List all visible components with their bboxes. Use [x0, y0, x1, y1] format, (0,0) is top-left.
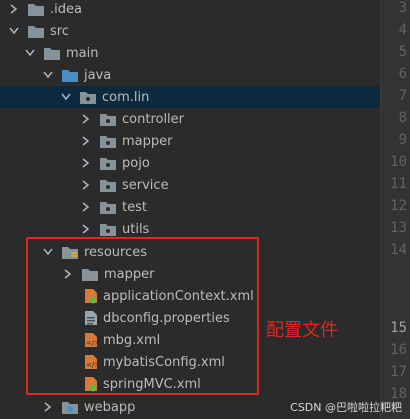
line-number: 12	[390, 198, 407, 214]
line-number: 9	[398, 132, 407, 148]
chevron-right-icon[interactable]	[42, 401, 54, 413]
chevron-right-icon[interactable]	[80, 157, 92, 169]
tree-item-label: service	[122, 177, 169, 193]
watermark: CSDN @巴啦啦拉粑粑	[290, 401, 402, 414]
folder-icon	[28, 25, 44, 38]
tree-item-test[interactable]: test	[0, 196, 380, 218]
folder-icon	[28, 3, 44, 16]
tree-item-mapper[interactable]: mapper	[0, 130, 380, 152]
tree-item-label: pojo	[122, 155, 150, 171]
tree-item-label: .idea	[50, 1, 82, 17]
chevron-right-icon[interactable]	[80, 113, 92, 125]
tree-item-label: test	[122, 199, 147, 215]
source-folder-icon	[62, 69, 78, 82]
line-number: 11	[390, 176, 407, 192]
package-icon	[100, 113, 116, 126]
package-icon	[100, 223, 116, 236]
tree-item-java[interactable]: java	[0, 64, 380, 86]
tree-item-controller[interactable]: controller	[0, 108, 380, 130]
chevron-right-icon[interactable]	[80, 201, 92, 213]
tree-item-main[interactable]: main	[0, 42, 380, 64]
line-number: 6	[398, 66, 407, 82]
line-number: 10	[390, 154, 407, 170]
line-number: 8	[398, 110, 407, 126]
tree-item-pojo[interactable]: pojo	[0, 152, 380, 174]
chevron-right-icon[interactable]	[80, 179, 92, 191]
tree-item-idea[interactable]: .idea	[0, 0, 380, 20]
tree-item-label: src	[50, 23, 69, 39]
tree-item-label: utils	[122, 221, 150, 237]
tree-item-label: java	[84, 67, 112, 83]
tree-item-label: mapper	[122, 133, 173, 149]
line-number: 5	[398, 44, 407, 60]
chevron-right-icon[interactable]	[8, 3, 20, 15]
line-number: 4	[398, 22, 407, 38]
line-number: 13	[390, 220, 407, 236]
folder-icon	[44, 47, 60, 60]
tree-item-label: main	[66, 45, 99, 61]
tree-item-label: webapp	[84, 399, 136, 415]
annotation-label: 配置文件	[266, 320, 338, 341]
package-icon	[100, 157, 116, 170]
current-line-number: 15	[390, 320, 407, 336]
chevron-right-icon[interactable]	[80, 135, 92, 147]
tree-item-src[interactable]: src	[0, 20, 380, 42]
project-tree: .idea src main java com.lin controller m…	[0, 0, 380, 419]
package-icon	[80, 91, 96, 104]
tree-item-service[interactable]: service	[0, 174, 380, 196]
line-number: 14	[390, 242, 407, 258]
chevron-down-icon[interactable]	[42, 69, 54, 81]
chevron-down-icon[interactable]	[8, 25, 20, 37]
package-icon	[100, 135, 116, 148]
tree-item-label: controller	[122, 111, 185, 127]
chevron-down-icon[interactable]	[60, 91, 72, 103]
chevron-right-icon[interactable]	[80, 223, 92, 235]
line-number: 16	[390, 342, 407, 358]
web-folder-icon	[62, 401, 78, 414]
package-icon	[100, 201, 116, 214]
line-number-gutter: 3 4 5 6 7 8 9 10 11 12 13 14 15 16 17 18	[380, 0, 410, 419]
package-icon	[100, 179, 116, 192]
chevron-down-icon[interactable]	[24, 47, 36, 59]
line-number: 3	[398, 0, 407, 16]
line-number: 17	[390, 364, 407, 380]
highlight-box	[26, 237, 259, 395]
line-number: 7	[398, 88, 407, 104]
tree-item-label: com.lin	[102, 89, 150, 105]
tree-item-com-lin[interactable]: com.lin	[0, 86, 380, 108]
